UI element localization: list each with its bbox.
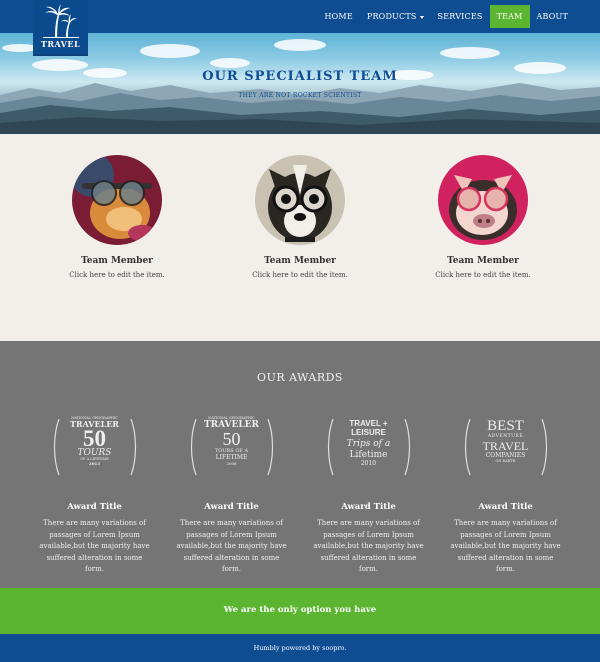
nav-item-home[interactable]: HOME <box>318 5 360 28</box>
nav-item-team[interactable]: TEAM <box>489 5 530 28</box>
badge-line: TRAVEL <box>482 439 529 453</box>
award-desc: There are many variations of passages of… <box>176 519 287 573</box>
team-member-card[interactable]: Team Member Click here to edit the item. <box>27 155 207 279</box>
brand-logo[interactable]: TRAVEL <box>33 0 88 56</box>
footer-text: Humbly powered by soopro. <box>253 644 347 652</box>
member-desc: Click here to edit the item. <box>435 271 531 279</box>
team-section: Team Member Click here to edit the item.… <box>0 134 600 341</box>
pig-photo <box>438 155 528 245</box>
award-desc: There are many variations of passages of… <box>39 519 150 573</box>
award-badge: NATIONAL GEOGRAPHIC TRAVELER 50 TOURS OF… <box>188 415 276 479</box>
award-title: Award Title <box>67 502 122 512</box>
nav-item-about[interactable]: ABOUT <box>530 5 575 28</box>
badge-line: TRAVEL + <box>349 419 388 428</box>
award-title: Award Title <box>478 502 533 512</box>
nav-item-services[interactable]: SERVICES <box>431 5 490 28</box>
badge-line: 50 <box>83 426 106 451</box>
member-name: Team Member <box>81 256 153 266</box>
brand-name: TRAVEL <box>40 39 81 49</box>
awards-section: OUR AWARDS NATIONAL GEOGRAPHIC TRAVELER … <box>0 341 600 588</box>
hero-subtitle: THEY ARE NOT ROCKET SCIENTIST <box>238 92 362 99</box>
badge-line: TOURS <box>77 448 112 458</box>
badge-line: Trips of a <box>346 439 391 449</box>
nav-menu: HOME PRODUCTS SERVICES TEAM ABOUT <box>318 5 576 28</box>
badge-line: BEST <box>487 418 524 434</box>
badge-line: ON EARTH <box>495 459 516 463</box>
award-title: Award Title <box>341 502 396 512</box>
hero-banner: OUR SPECIALIST TEAM THEY ARE NOT ROCKET … <box>0 33 600 134</box>
badge-line: LEISURE <box>351 428 386 437</box>
award-title: Award Title <box>204 502 259 512</box>
team-member-card[interactable]: Team Member Click here to edit the item. <box>393 155 573 279</box>
badge-line: 2013 <box>88 461 101 466</box>
member-name: Team Member <box>447 256 519 266</box>
palm-trees-icon <box>43 4 79 38</box>
footer: Humbly powered by soopro. <box>0 634 600 662</box>
award-card: TRAVEL + LEISURE Trips of a Lifetime 201… <box>300 415 437 576</box>
member-desc: Click here to edit the item. <box>69 271 165 279</box>
member-desc: Click here to edit the item. <box>252 271 348 279</box>
award-badge: NATIONAL GEOGRAPHIC TRAVELER 50 TOURS OF… <box>51 415 139 479</box>
hero-title: OUR SPECIALIST TEAM <box>202 69 398 84</box>
cta-banner: We are the only option you have <box>0 588 600 634</box>
award-card: NATIONAL GEOGRAPHIC TRAVELER 50 TOURS OF… <box>26 415 163 576</box>
badge-line: 50 <box>222 429 241 449</box>
badge-line: 2010 <box>360 460 377 467</box>
award-badge: BEST ADVENTURE TRAVEL COMPANIES ON EARTH <box>462 415 550 479</box>
nav-item-products-label: PRODUCTS <box>366 12 417 21</box>
award-badge: TRAVEL + LEISURE Trips of a Lifetime 201… <box>325 415 413 479</box>
avatar <box>438 155 528 245</box>
avatar <box>255 155 345 245</box>
cta-text: We are the only option you have <box>223 605 377 615</box>
award-card: NATIONAL GEOGRAPHIC TRAVELER 50 TOURS OF… <box>163 415 300 576</box>
award-card: BEST ADVENTURE TRAVEL COMPANIES ON EARTH… <box>437 415 574 576</box>
award-desc: There are many variations of passages of… <box>450 519 561 573</box>
awards-title: OUR AWARDS <box>257 371 343 384</box>
avatar <box>72 155 162 245</box>
badge-line: Lifetime <box>349 450 388 460</box>
dog-photo <box>255 155 345 245</box>
award-desc: There are many variations of passages of… <box>313 519 424 573</box>
member-name: Team Member <box>264 256 336 266</box>
badge-line: LIFETIME <box>215 454 248 461</box>
team-member-card[interactable]: Team Member Click here to edit the item. <box>210 155 390 279</box>
navbar: HOME PRODUCTS SERVICES TEAM ABOUT <box>0 0 600 33</box>
chevron-down-icon <box>419 15 424 19</box>
badge-line: 2008 <box>226 461 237 466</box>
hamster-photo <box>72 155 162 245</box>
badge-line: COMPANIES <box>485 452 526 459</box>
nav-item-products[interactable]: PRODUCTS <box>360 5 431 28</box>
